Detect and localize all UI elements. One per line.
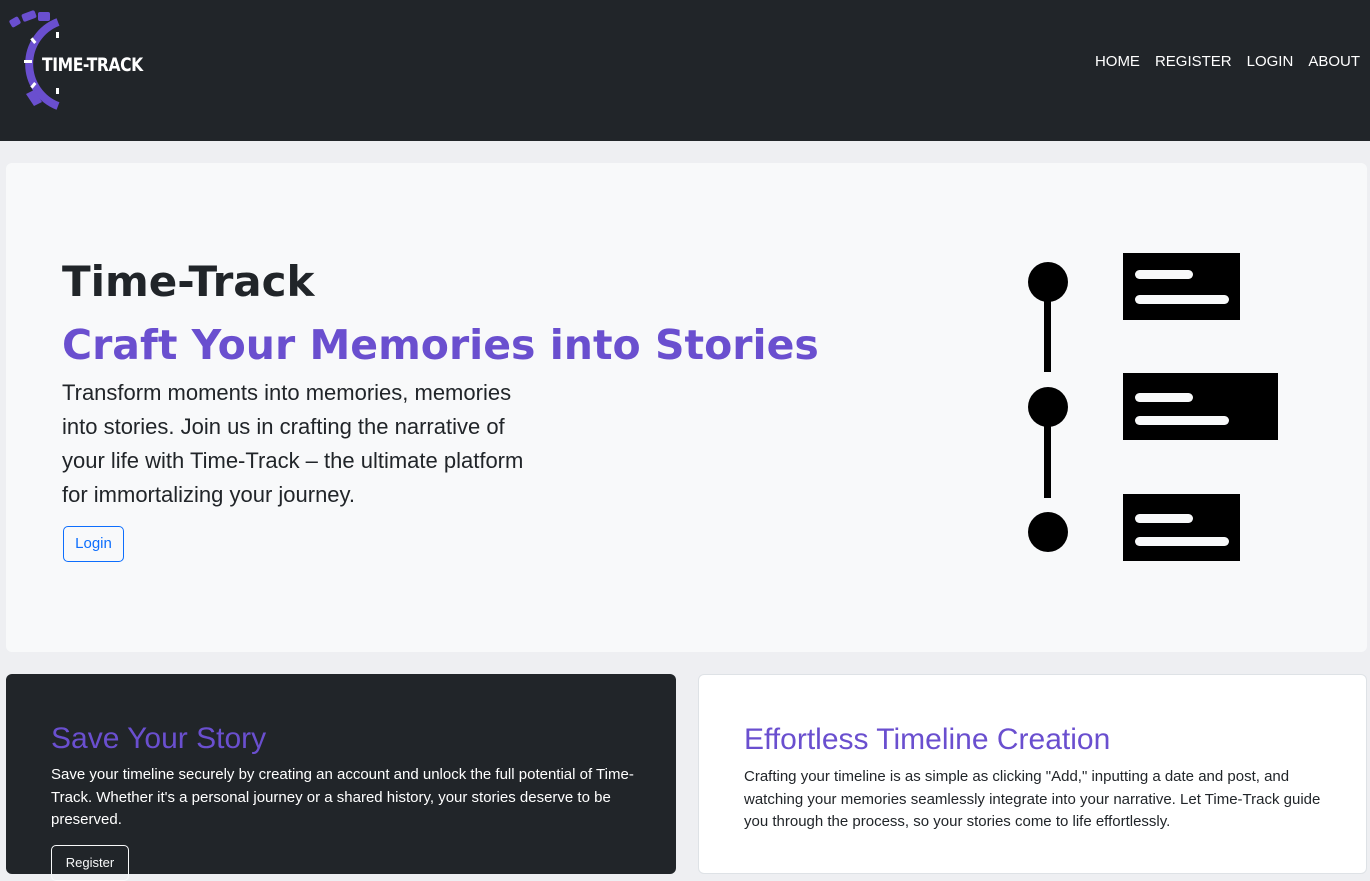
- hero-subtitle: Craft Your Memories into Stories: [62, 321, 819, 369]
- nav-login[interactable]: LOGIN: [1247, 52, 1294, 72]
- brand-name: TIME-TRACK: [42, 54, 143, 76]
- nav-links: HOME REGISTER LOGIN ABOUT: [1095, 52, 1360, 72]
- nav-home[interactable]: HOME: [1095, 52, 1140, 72]
- hero-section: Time-Track Craft Your Memories into Stor…: [6, 163, 1367, 652]
- timeline-icon: [1028, 253, 1278, 561]
- save-story-text: Save your timeline securely by creating …: [51, 766, 634, 828]
- brand-logo[interactable]: TIME-TRACK: [8, 10, 153, 112]
- login-button[interactable]: Login: [63, 526, 124, 562]
- timeline-creation-title: Effortless Timeline Creation: [744, 723, 1111, 756]
- nav-register[interactable]: REGISTER: [1155, 52, 1232, 72]
- nav-about[interactable]: ABOUT: [1308, 52, 1360, 72]
- hero-lead: Transform moments into memories, memorie…: [62, 380, 524, 507]
- save-story-title: Save Your Story: [51, 722, 267, 755]
- timeline-creation-card: Effortless Timeline Creation Crafting yo…: [698, 674, 1367, 874]
- timeline-creation-text: Crafting your timeline is as simple as c…: [744, 768, 1321, 830]
- navbar: TIME-TRACK HOME REGISTER LOGIN ABOUT: [0, 0, 1370, 141]
- register-button[interactable]: Register: [51, 845, 129, 881]
- save-story-card: Save Your Story Save your timeline secur…: [6, 674, 676, 881]
- hero-title: Time-Track: [62, 257, 315, 306]
